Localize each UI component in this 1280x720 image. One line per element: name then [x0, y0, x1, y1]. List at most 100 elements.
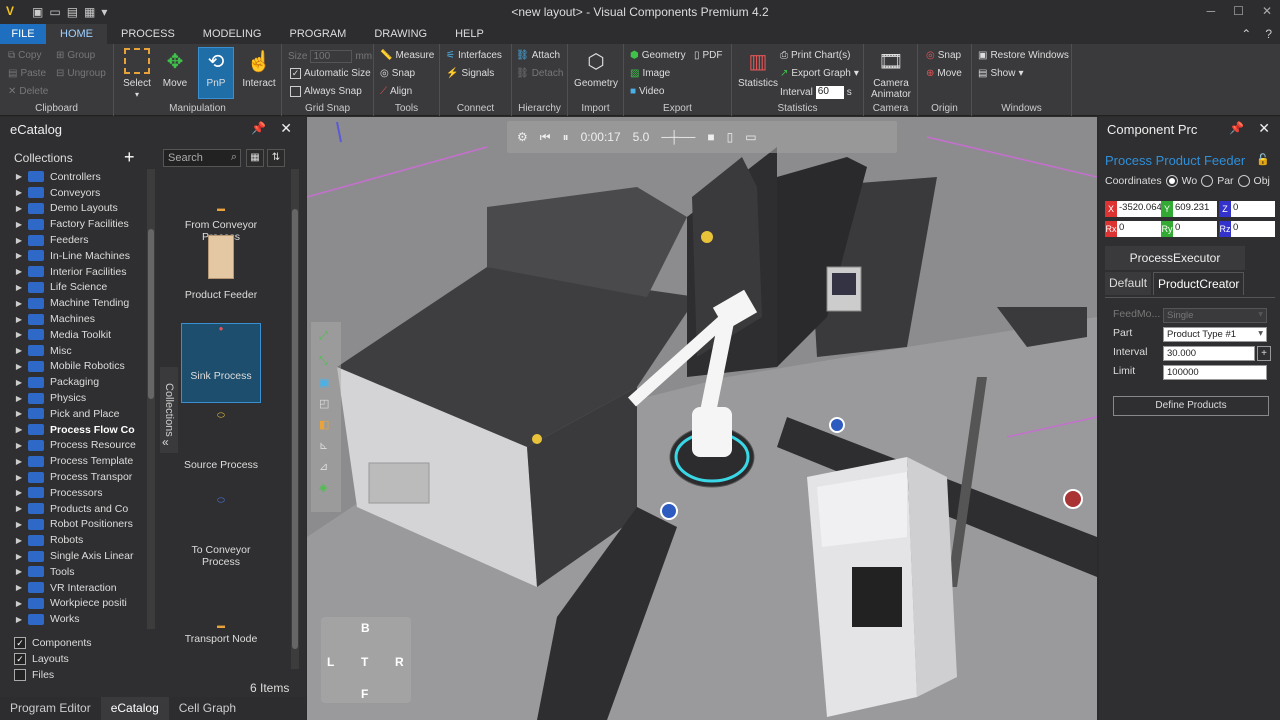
tree-item[interactable]: ▶ Robot Positioners — [0, 517, 146, 533]
tab-drawing[interactable]: DRAWING — [360, 24, 441, 44]
layers-icon[interactable]: ◈ — [311, 477, 341, 498]
pin-icon[interactable]: 📌 — [251, 121, 266, 135]
rx-field[interactable]: Rx 0 — [1105, 221, 1161, 237]
export-geometry-button[interactable]: ⬢ Geometry — [630, 50, 686, 61]
automatic-size-checkbox[interactable]: ✓ Automatic Size — [290, 68, 371, 79]
help-icon[interactable]: ? — [1265, 27, 1272, 41]
maximize-icon[interactable]: ☐ — [1233, 4, 1244, 18]
fit-selection-icon[interactable]: ⤡ — [311, 351, 341, 372]
export-pdf-icon[interactable]: ▯ — [727, 130, 734, 144]
close-panel-icon[interactable]: ✕ — [1258, 120, 1270, 137]
expand-arrow-icon[interactable]: ▶ — [0, 504, 28, 513]
tab-modeling[interactable]: MODELING — [189, 24, 276, 44]
tree-item[interactable]: ▶ Process Resource — [0, 438, 146, 454]
tree-item[interactable]: ▶ Conveyors — [0, 185, 146, 201]
layouts-checkbox[interactable]: ✓ Layouts — [14, 653, 92, 665]
tree-item[interactable]: ▶ Controllers — [0, 169, 146, 185]
grid-size-field[interactable]: Size 100 mm — [288, 50, 372, 63]
attach-button[interactable]: ⛓ Attach — [516, 50, 560, 61]
tree-item[interactable]: ▶ Machines — [0, 311, 146, 327]
signals-button[interactable]: ⚡ Signals — [446, 68, 494, 79]
speed-slider[interactable]: ─┼── — [661, 130, 695, 144]
radio-world[interactable] — [1165, 175, 1178, 187]
close-icon[interactable]: ✕ — [1262, 4, 1272, 18]
tab-program[interactable]: PROGRAM — [275, 24, 360, 44]
sort-icon[interactable]: ⇅ — [267, 149, 285, 167]
catalog-item[interactable]: ⬭ To Conveyor Process — [181, 494, 261, 586]
show-button[interactable]: ▤ Show ▾ — [978, 68, 1024, 79]
customize-quick-access-icon[interactable]: ▾ — [101, 5, 107, 19]
tree-item[interactable]: ▶ Workpiece positi — [0, 596, 146, 612]
fit-view-icon[interactable]: ⤢ — [311, 322, 341, 351]
detach-button[interactable]: ⛓ Detach — [516, 68, 563, 79]
delete-button[interactable]: ✕ Delete — [8, 86, 48, 97]
export-video-button[interactable]: ■ Video — [630, 86, 664, 97]
pnp-button[interactable]: ⟲ PnP — [198, 47, 234, 99]
projection-icon[interactable]: ◰ — [311, 393, 341, 414]
expand-arrow-icon[interactable]: ▶ — [0, 394, 28, 403]
files-checkbox[interactable]: Files — [14, 669, 92, 681]
tab-default[interactable]: Default — [1105, 272, 1152, 295]
ry-field[interactable]: Ry 0 — [1161, 221, 1217, 237]
expand-arrow-icon[interactable]: ▶ — [0, 488, 28, 497]
reset-icon[interactable]: ⏮ — [540, 130, 551, 145]
always-snap-checkbox[interactable]: Always Snap — [290, 86, 362, 97]
tree-item[interactable]: ▶ Single Axis Linear — [0, 548, 146, 564]
close-panel-icon[interactable]: ✕ — [280, 120, 292, 137]
minimize-icon[interactable]: ─ — [1207, 4, 1216, 18]
statistics-interval-field[interactable]: Interval 60 s — [780, 86, 852, 99]
expand-arrow-icon[interactable]: ▶ — [0, 236, 28, 245]
ungroup-button[interactable]: ⊟ Ungroup — [56, 68, 106, 79]
select-button[interactable]: Select ▾ — [120, 48, 154, 100]
tree-item[interactable]: ▶ Media Toolkit — [0, 327, 146, 343]
x-field[interactable]: X -3520.064 — [1105, 201, 1161, 217]
tab-ecatalog[interactable]: eCatalog — [100, 697, 169, 720]
save-icon[interactable]: ▣ — [32, 5, 43, 19]
origin-snap-button[interactable]: ◎ Snap — [926, 50, 961, 61]
tree-item[interactable]: ▶ Process Flow Co — [0, 422, 146, 438]
search-input[interactable]: Search ⌕ — [163, 149, 241, 167]
collapse-left-icon[interactable]: « — [162, 435, 169, 449]
restore-windows-button[interactable]: ▣ Restore Windows — [978, 50, 1069, 61]
expand-arrow-icon[interactable]: ▶ — [0, 536, 28, 545]
rz-field[interactable]: Rz 0 — [1219, 221, 1275, 237]
camera-animator-button[interactable]: 🎞 Camera Animator — [866, 48, 916, 101]
tree-item[interactable]: ▶ In-Line Machines — [0, 248, 146, 264]
tab-file[interactable]: FILE — [0, 24, 46, 44]
import-geometry-button[interactable]: ⬡ Geometry — [572, 48, 620, 90]
tree-item[interactable]: ▶ Processors — [0, 485, 146, 501]
expand-arrow-icon[interactable]: ▶ — [0, 362, 28, 371]
define-products-button[interactable]: Define Products — [1113, 396, 1269, 416]
radio-parent[interactable] — [1201, 175, 1214, 187]
navigation-cube[interactable]: B L T R F — [321, 617, 411, 703]
move-button[interactable]: ✥ Move — [158, 48, 192, 90]
record-icon[interactable]: ■ — [707, 130, 714, 144]
tree-item[interactable]: ▶ Packaging — [0, 374, 146, 390]
tree-item[interactable]: ▶ Works — [0, 611, 146, 627]
items-scrollbar-thumb[interactable] — [292, 209, 298, 649]
search-icon[interactable]: ⌕ — [231, 151, 237, 164]
component-name[interactable]: Process Product Feeder — [1105, 153, 1245, 168]
copy-button[interactable]: ⧉ Copy — [8, 50, 42, 61]
expand-arrow-icon[interactable]: ▶ — [0, 520, 28, 529]
tree-item[interactable]: ▶ Pick and Place — [0, 406, 146, 422]
3d-viewport[interactable]: ⚙ ⏮ ⏸ 0:00:17 5.0 ─┼── ■ ▯ ▭ ⤢ ⤡ ▣ ◰ ◧ ⊾… — [307, 117, 1097, 720]
tree-item[interactable]: ▶ Robots — [0, 532, 146, 548]
tree-item[interactable]: ▶ Tools — [0, 564, 146, 580]
tree-item[interactable]: ▶ Feeders — [0, 232, 146, 248]
expand-arrow-icon[interactable]: ▶ — [0, 409, 28, 418]
process-executor-tab[interactable]: ProcessExecutor — [1105, 246, 1245, 270]
pin-icon[interactable]: 📌 — [1229, 121, 1244, 135]
tree-item[interactable]: ▶ Products and Co — [0, 501, 146, 517]
tree-item[interactable]: ▶ Factory Facilities — [0, 216, 146, 232]
expand-arrow-icon[interactable]: ▶ — [0, 567, 28, 576]
expand-arrow-icon[interactable]: ▶ — [0, 188, 28, 197]
save-as-icon[interactable]: ▤ — [67, 5, 78, 19]
nav-top[interactable]: T — [361, 655, 368, 669]
limit-field[interactable]: 100000 — [1163, 365, 1267, 380]
catalog-item[interactable]: Product Feeder — [181, 235, 261, 313]
expand-arrow-icon[interactable]: ▶ — [0, 378, 28, 387]
tree-item[interactable]: ▶ Process Transpor — [0, 469, 146, 485]
interval-expand-button[interactable]: + — [1257, 346, 1271, 361]
catalog-item[interactable]: ⬭ Source Process — [181, 409, 261, 487]
